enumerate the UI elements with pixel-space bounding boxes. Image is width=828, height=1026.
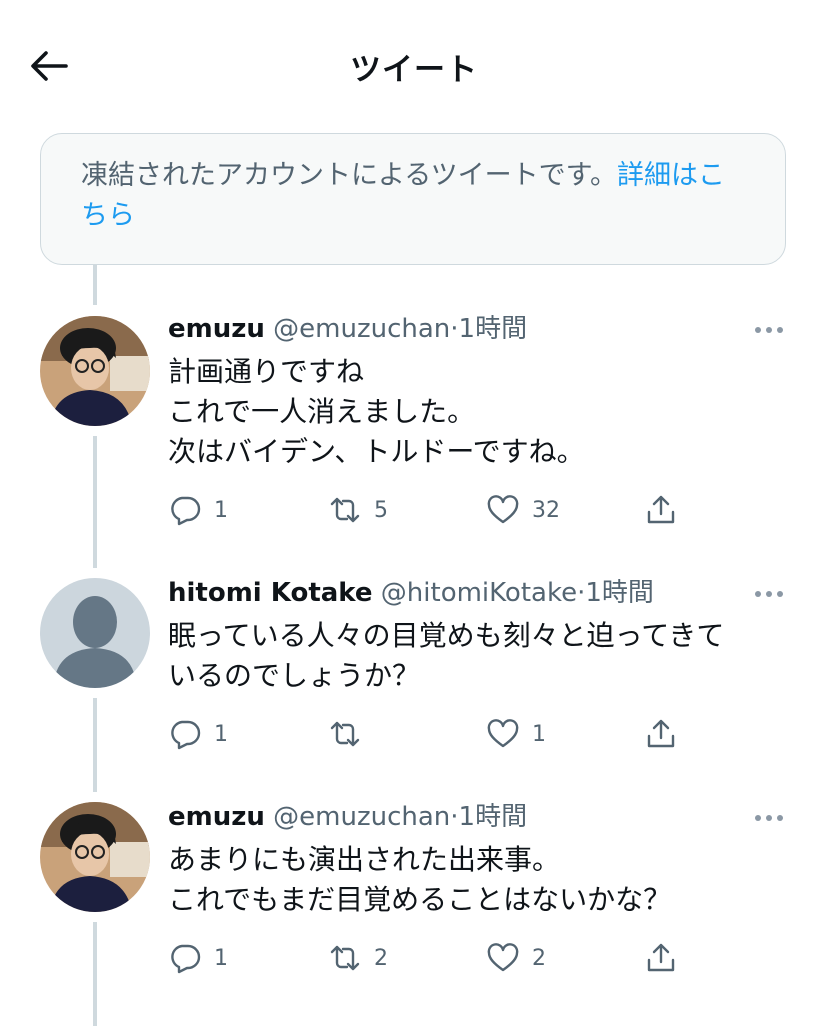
more-horizontal-icon (755, 591, 783, 597)
more-options-button[interactable] (752, 320, 786, 340)
reply-count: 1 (214, 945, 228, 971)
retweet-icon (330, 721, 360, 747)
avatar[interactable] (40, 578, 150, 688)
like-button[interactable]: 1 (486, 714, 546, 754)
top-bar: ツイート (0, 0, 828, 130)
share-icon (647, 719, 675, 748)
reply-button[interactable]: 1 (168, 714, 228, 754)
notice-text: 凍結されたアカウントによるツイートです。 (81, 160, 617, 191)
share-icon (647, 495, 675, 524)
tweet-actions: 1 2 2 (168, 938, 708, 978)
comment-icon (171, 944, 201, 974)
share-icon (647, 943, 675, 972)
timestamp[interactable]: 1時間 (459, 314, 528, 344)
thread-line (93, 698, 97, 792)
display-name[interactable]: emuzu (168, 314, 265, 344)
timestamp[interactable]: 1時間 (585, 578, 654, 608)
retweet-button[interactable]: 5 (328, 490, 388, 530)
retweet-count: 2 (374, 945, 388, 971)
heart-icon (487, 943, 519, 972)
default-avatar-icon (40, 578, 150, 688)
tweet-line: これで一人消えました。 (168, 395, 476, 428)
user-handle[interactable]: @emuzuchan (273, 314, 450, 344)
share-button[interactable] (644, 938, 678, 978)
timestamp[interactable]: 1時間 (459, 802, 528, 832)
like-button[interactable]: 2 (486, 938, 546, 978)
thread-line (93, 436, 97, 568)
user-handle[interactable]: @hitomiKotake (381, 578, 577, 608)
page-title: ツイート (350, 52, 478, 88)
reply-count: 1 (214, 497, 228, 523)
user-handle[interactable]: @emuzuchan (273, 802, 450, 832)
tweet-header: hitomi Kotake @hitomiKotake·1時間 (168, 576, 654, 610)
comment-icon (171, 720, 201, 750)
more-options-button[interactable] (752, 584, 786, 604)
avatar-photo (40, 316, 150, 426)
tweet-header: emuzu @emuzuchan·1時間 (168, 800, 527, 834)
comment-icon (171, 496, 201, 526)
share-button[interactable] (644, 490, 678, 530)
tweet-line: 計画通りですね (168, 355, 365, 388)
like-count: 2 (532, 945, 546, 971)
reply-button[interactable]: 1 (168, 490, 228, 530)
reply-count: 1 (214, 721, 228, 747)
avatar-photo (40, 802, 150, 912)
thread-line (93, 265, 97, 305)
retweet-icon (330, 497, 360, 523)
share-button[interactable] (644, 714, 678, 754)
display-name[interactable]: emuzu (168, 802, 265, 832)
display-name[interactable]: hitomi Kotake (168, 578, 373, 608)
tweet-header: emuzu @emuzuchan·1時間 (168, 312, 527, 346)
heart-icon (487, 719, 519, 748)
thread-line (93, 922, 97, 1026)
more-options-button[interactable] (752, 808, 786, 828)
reply-button[interactable]: 1 (168, 938, 228, 978)
tweet-line: 眠っている人々の目覚めも刻々と迫ってきて (168, 619, 725, 652)
tweet-actions: 1 5 32 (168, 490, 708, 530)
retweet-button[interactable]: 2 (328, 938, 388, 978)
tweet-line: これでもまだ目覚めることはないかな？ (168, 883, 672, 916)
like-count: 32 (532, 497, 560, 523)
tweet-text: 計画通りですねこれで一人消えました。次はバイデン、トルドーですね。 (168, 352, 585, 472)
separator-dot: · (450, 314, 459, 344)
retweet-button[interactable] (328, 714, 374, 754)
tweet-line: いるのでしょうか？ (168, 659, 421, 692)
avatar[interactable] (40, 802, 150, 912)
retweet-icon (330, 945, 360, 971)
tweet-text: 眠っている人々の目覚めも刻々と迫ってきて いるのでしょうか？ (168, 616, 724, 696)
retweet-count: 5 (374, 497, 388, 523)
tweet-actions: 1 1 (168, 714, 708, 754)
suspended-account-notice: 凍結されたアカウントによるツイートです。詳細はこちら (40, 133, 786, 265)
more-horizontal-icon (755, 815, 783, 821)
tweet-text: あまりにも演出された出来事。これでもまだ目覚めることはないかな？ (168, 840, 671, 920)
avatar[interactable] (40, 316, 150, 426)
like-count: 1 (532, 721, 546, 747)
like-button[interactable]: 32 (486, 490, 560, 530)
separator-dot: · (450, 802, 459, 832)
heart-icon (487, 495, 519, 524)
more-horizontal-icon (755, 327, 783, 333)
tweet-line: 次はバイデン、トルドーですね。 (168, 435, 585, 468)
tweet-line: あまりにも演出された出来事。 (168, 843, 561, 876)
